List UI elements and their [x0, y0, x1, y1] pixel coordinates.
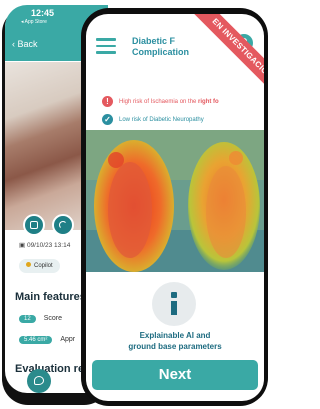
main-features-title: Main features: [15, 291, 86, 303]
feature-label: Appr: [60, 336, 76, 343]
neuropathy-alert: ✓ Low risk of Diabetic Neuropathy: [102, 114, 204, 125]
foot-heatmap-image: [86, 130, 264, 272]
status-app-store[interactable]: ◂ App Store: [21, 19, 47, 25]
feature-row: 12 Score: [19, 315, 62, 323]
next-button[interactable]: Next: [92, 360, 258, 390]
page-title: Diabetic F Complication: [132, 36, 190, 57]
copilot-label: Copilot: [34, 263, 53, 269]
front-phone-screen: Diabetic F Complication EN INVESTIGACIÓN…: [86, 14, 264, 401]
copilot-icon: [26, 262, 31, 267]
check-icon: ✓: [102, 114, 113, 125]
heatmap-svg: [86, 130, 264, 272]
refresh-button[interactable]: [52, 214, 74, 236]
alert-text: High risk of Ischaemia on the right fo: [119, 98, 219, 105]
ischaemia-alert: ! High risk of Ischaemia on the right fo: [102, 96, 219, 107]
grid-icon: [30, 221, 38, 229]
menu-icon[interactable]: [96, 38, 116, 54]
alert-text: Low risk of Diabetic Neuropathy: [119, 116, 204, 123]
back-button-label: Back: [17, 39, 38, 49]
gallery-button[interactable]: [23, 214, 45, 236]
warning-icon: !: [102, 96, 113, 107]
back-button[interactable]: ‹ Back: [12, 39, 38, 49]
copilot-chip[interactable]: Copilot: [19, 259, 60, 273]
photo-date-text: 09/10/23 13:14: [26, 242, 71, 249]
feature-row: 5.46 cm² Appr: [19, 336, 75, 344]
refresh-icon: [59, 221, 67, 229]
info-icon: [152, 282, 196, 326]
explainable-ai-text: Explainable AI and ground base parameter…: [128, 331, 222, 351]
calendar-icon: ▣: [19, 242, 27, 249]
chat-fab-button[interactable]: [27, 369, 51, 393]
feature-badge: 12: [19, 315, 36, 323]
evaluation-title: Evaluation res: [15, 363, 91, 375]
chat-icon: [34, 376, 44, 385]
feature-label: Score: [43, 315, 62, 322]
photo-date: ▣ 09/10/23 13:14: [19, 241, 70, 249]
feature-badge: 5.46 cm²: [19, 336, 53, 344]
status-time: 12:45: [31, 8, 55, 18]
